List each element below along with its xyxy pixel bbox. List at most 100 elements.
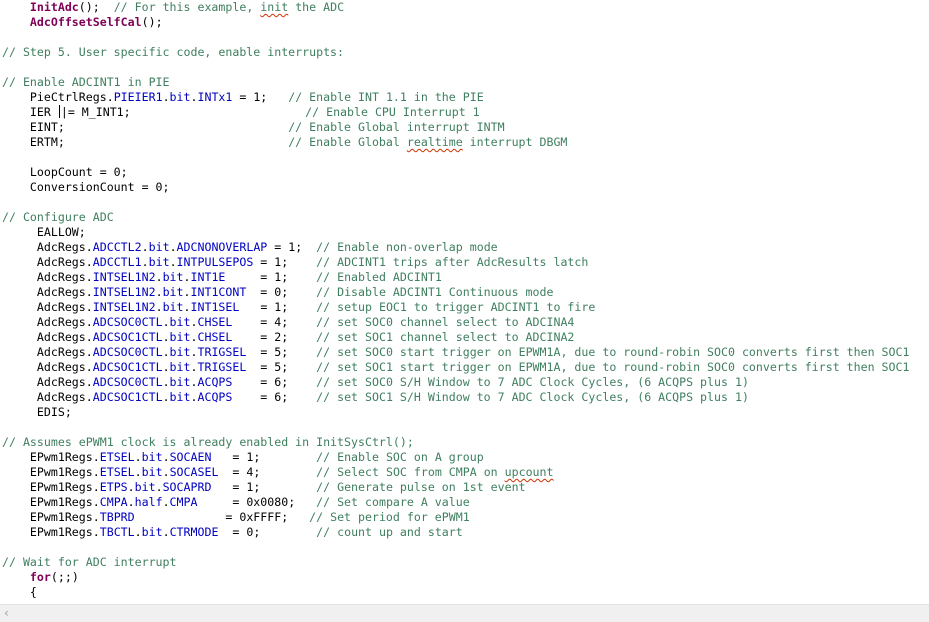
code-token: EPwm1Regs. xyxy=(2,465,100,479)
code-token: . xyxy=(162,525,170,539)
code-line[interactable]: // Enable ADCINT1 in PIE xyxy=(2,75,170,90)
code-line[interactable]: ERTM; // Enable Global realtime interrup… xyxy=(2,135,568,150)
code-token: INTSEL1N2 xyxy=(92,300,156,314)
code-token: |= M_INT1; xyxy=(60,105,306,119)
code-token: AdcRegs. xyxy=(2,285,93,299)
code-token: EALLOW; xyxy=(2,225,86,239)
code-token: INTx1 xyxy=(197,90,233,104)
code-line[interactable]: IER |= M_INT1; // Enable CPU Interrupt 1 xyxy=(2,105,480,120)
code-token: ERTM; xyxy=(2,135,289,149)
code-line[interactable]: // Wait for ADC interrupt xyxy=(2,555,177,570)
code-line[interactable]: LoopCount = 0; xyxy=(2,165,128,180)
code-token: ETSEL xyxy=(99,465,135,479)
code-token: ADCSOC1CTL xyxy=(92,360,163,374)
code-token: = 5; xyxy=(246,345,317,359)
code-line[interactable]: InitAdc(); // For this example, init the… xyxy=(2,0,344,15)
code-token: = 2; xyxy=(232,330,317,344)
code-token: . xyxy=(162,315,170,329)
code-token: bit xyxy=(169,360,191,374)
code-token: . xyxy=(155,270,163,284)
code-line[interactable]: EINT; // Enable Global interrupt INTM xyxy=(2,120,505,135)
code-token: interrupt DBGM xyxy=(462,135,568,149)
code-token: = 4; xyxy=(218,465,317,479)
code-token: // Enable Global interrupt INTM xyxy=(288,120,505,134)
code-token: // Set compare A value xyxy=(316,495,470,509)
code-line[interactable]: // Step 5. User specific code, enable in… xyxy=(2,45,344,60)
code-token: // Wait for ADC interrupt xyxy=(2,555,177,569)
code-token: INT1CONT xyxy=(190,285,247,299)
code-token: bit xyxy=(134,480,156,494)
horizontal-scrollbar[interactable]: ‹ xyxy=(0,604,929,622)
code-token: (;;) xyxy=(50,570,79,584)
code-token: INTSEL1N2 xyxy=(92,270,156,284)
code-token: . xyxy=(162,345,170,359)
code-token: = 0xFFFF; xyxy=(134,510,310,524)
chevron-left-icon[interactable]: ‹ xyxy=(4,607,16,619)
code-line[interactable]: AdcRegs.INTSEL1N2.bit.INT1E = 1; // Enab… xyxy=(2,270,442,285)
code-line[interactable]: { xyxy=(2,585,37,600)
code-token: SOCAEN xyxy=(169,450,212,464)
code-token: = 1; xyxy=(225,270,317,284)
code-token: // count up and start xyxy=(316,525,463,539)
code-token: (); xyxy=(78,0,114,14)
code-token: . xyxy=(134,465,142,479)
code-token: // Enable INT 1.1 in the PIE xyxy=(288,90,484,104)
code-line[interactable]: PieCtrlRegs.PIEIER1.bit.INTx1 = 1; // En… xyxy=(2,90,484,105)
code-line[interactable]: // Configure ADC xyxy=(2,210,114,225)
code-line[interactable]: EPwm1Regs.TBPRD = 0xFFFF; // Set period … xyxy=(2,510,470,525)
code-line[interactable]: ConversionCount = 0; xyxy=(2,180,170,195)
code-line[interactable]: for(;;) xyxy=(2,570,79,585)
code-line[interactable]: AdcOffsetSelfCal(); xyxy=(2,15,163,30)
code-line[interactable]: AdcRegs.ADCCTL2.bit.ADCNONOVERLAP = 1; /… xyxy=(2,240,498,255)
code-token: ACQPS xyxy=(197,390,233,404)
code-token: // set SOC1 S/H Window to 7 ADC Clock Cy… xyxy=(316,390,749,404)
code-token: IER xyxy=(2,105,58,119)
code-line[interactable]: EPwm1Regs.TBCTL.bit.CTRMODE = 0; // coun… xyxy=(2,525,463,540)
code-line[interactable]: AdcRegs.ADCCTL1.bit.INTPULSEPOS = 1; // … xyxy=(2,255,589,270)
code-token: . xyxy=(162,390,170,404)
code-line[interactable]: EDIS; xyxy=(2,405,72,420)
code-line[interactable]: EALLOW; xyxy=(2,225,86,240)
code-token: // Enable SOC on A group xyxy=(316,450,484,464)
code-token: (); xyxy=(141,15,163,29)
code-token: . xyxy=(127,495,135,509)
code-token: TRIGSEL xyxy=(197,360,247,374)
code-token: AdcRegs. xyxy=(2,240,93,254)
code-line[interactable]: AdcRegs.ADCSOC1CTL.bit.CHSEL = 2; // set… xyxy=(2,330,575,345)
code-token: . xyxy=(162,465,170,479)
code-token: InitAdc xyxy=(29,0,79,14)
code-token: CHSEL xyxy=(197,330,233,344)
code-token: = 1; xyxy=(239,300,317,314)
code-token: AdcRegs. xyxy=(2,360,93,374)
code-editor[interactable]: InitAdc(); // For this example, init the… xyxy=(0,0,929,604)
code-token: TBPRD xyxy=(99,510,135,524)
code-token: . xyxy=(134,525,142,539)
code-line[interactable]: AdcRegs.ADCSOC0CTL.bit.TRIGSEL = 5; // s… xyxy=(2,345,910,360)
code-line[interactable]: AdcRegs.ADCSOC0CTL.bit.CHSEL = 4; // set… xyxy=(2,315,575,330)
code-token: // Set period for ePWM1 xyxy=(309,510,470,524)
code-token: ADCCTL1 xyxy=(92,255,142,269)
code-line[interactable]: AdcRegs.INTSEL1N2.bit.INT1CONT = 0; // D… xyxy=(2,285,554,300)
code-token: CMPA xyxy=(99,495,128,509)
code-token: bit xyxy=(169,390,191,404)
code-token: // Assumes ePWM1 clock is already enable… xyxy=(2,435,414,449)
code-line[interactable]: EPwm1Regs.CMPA.half.CMPA = 0x0080; // Se… xyxy=(2,495,470,510)
code-token: AdcRegs. xyxy=(2,315,93,329)
code-line[interactable]: AdcRegs.INTSEL1N2.bit.INT1SEL = 1; // se… xyxy=(2,300,595,315)
code-token: for xyxy=(29,570,51,584)
code-line[interactable]: AdcRegs.ADCSOC1CTL.bit.ACQPS = 6; // set… xyxy=(2,390,749,405)
code-token: ADCSOC0CTL xyxy=(92,375,163,389)
code-token: = 1; xyxy=(232,90,289,104)
code-line[interactable]: // Assumes ePWM1 clock is already enable… xyxy=(2,435,414,450)
code-line[interactable]: EPwm1Regs.ETSEL.bit.SOCAEN = 1; // Enabl… xyxy=(2,450,484,465)
code-token: CHSEL xyxy=(197,315,233,329)
code-line[interactable]: AdcRegs.ADCSOC0CTL.bit.ACQPS = 6; // set… xyxy=(2,375,749,390)
code-token: = 6; xyxy=(232,375,317,389)
code-line[interactable]: EPwm1Regs.ETSEL.bit.SOCASEL = 4; // Sele… xyxy=(2,465,554,480)
code-token: = 1; xyxy=(253,255,317,269)
code-token: SOCASEL xyxy=(169,465,219,479)
code-token: bit xyxy=(141,525,163,539)
code-line[interactable]: AdcRegs.ADCSOC1CTL.bit.TRIGSEL = 5; // s… xyxy=(2,360,910,375)
code-line[interactable]: EPwm1Regs.ETPS.bit.SOCAPRD = 1; // Gener… xyxy=(2,480,526,495)
code-token: AdcRegs. xyxy=(2,270,93,284)
